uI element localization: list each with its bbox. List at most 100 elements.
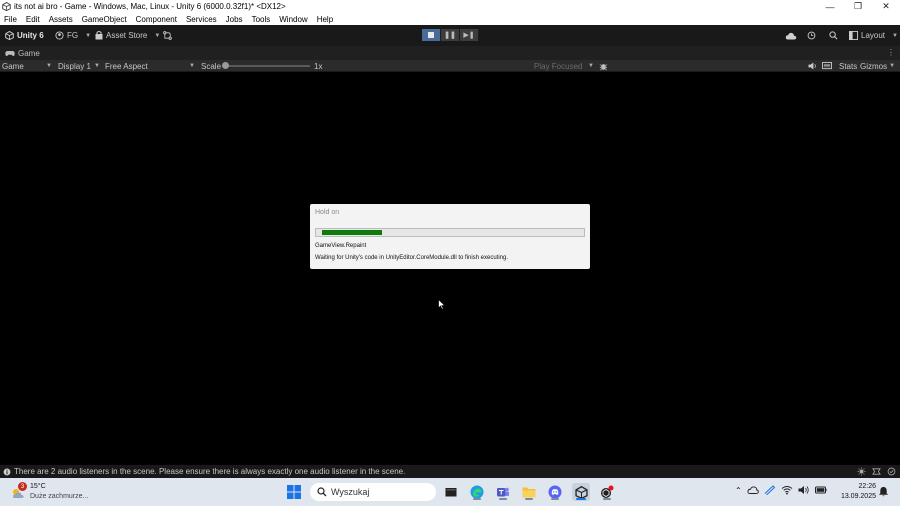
running-indicator: [603, 498, 611, 500]
menu-tools[interactable]: Tools: [248, 15, 276, 24]
mute-audio-button[interactable]: [808, 60, 817, 72]
running-indicator: [499, 498, 507, 500]
window-title: its not ai bro - Game - Windows, Mac, Li…: [14, 2, 286, 11]
version-control-button[interactable]: [163, 25, 172, 46]
shopping-bag-icon: [95, 31, 103, 40]
weather-widget[interactable]: 3 15°C Duże zachmurze...: [10, 482, 100, 502]
chevron-down-icon: ▼: [892, 32, 898, 39]
search-icon: [317, 487, 327, 497]
gizmos-label: Gizmos: [860, 61, 888, 71]
scale-slider-handle[interactable]: [222, 62, 229, 69]
frame-debugger-button[interactable]: [599, 60, 608, 72]
editor-tab-bar: Game ⋮: [0, 46, 900, 60]
gamepad-icon: [5, 50, 15, 56]
folder-icon: [522, 487, 536, 498]
menu-jobs[interactable]: Jobs: [222, 15, 248, 24]
chevron-down-icon: ▼: [889, 63, 896, 69]
edge-browser-icon: [470, 485, 484, 499]
history-button[interactable]: [807, 25, 816, 46]
bell-icon: [878, 486, 888, 496]
menu-window[interactable]: Window: [275, 15, 312, 24]
menu-services[interactable]: Services: [182, 15, 222, 24]
stats-button[interactable]: Stats: [839, 60, 857, 72]
battery-icon[interactable]: [814, 485, 827, 495]
auto-generate-lighting-icon[interactable]: [857, 467, 866, 476]
search-placeholder: Wyszukaj: [331, 487, 370, 497]
search-button[interactable]: [829, 25, 838, 46]
unity-version-button[interactable]: Unity 6: [5, 25, 44, 46]
menu-edit[interactable]: Edit: [22, 15, 45, 24]
cache-server-icon[interactable]: [872, 467, 881, 476]
progress-spinner-icon[interactable]: [887, 467, 896, 476]
minimize-button[interactable]: —: [816, 0, 844, 13]
wifi-icon[interactable]: [781, 485, 793, 495]
menu-assets[interactable]: Assets: [45, 15, 78, 24]
running-indicator: [525, 498, 533, 500]
chevron-up-icon[interactable]: ⌃: [735, 486, 742, 495]
account-dropdown[interactable]: FG ▼: [55, 25, 91, 46]
start-button[interactable]: [285, 483, 303, 501]
monitor-icon: [822, 62, 832, 70]
play-focused-dropdown[interactable]: Play Focused ▼: [534, 60, 594, 72]
unity-version-label: Unity 6: [17, 31, 44, 40]
network-pen-icon[interactable]: [764, 485, 776, 495]
taskbar-clock[interactable]: 22:26 13.09.2025: [841, 482, 876, 502]
gizmos-dropdown[interactable]: Gizmos ▼: [860, 60, 895, 72]
menu-bar: File Edit Assets GameObject Component Se…: [0, 13, 900, 25]
restore-icon: ❐: [853, 1, 863, 11]
unity-app-icon: [2, 2, 11, 11]
teams-icon: [497, 487, 509, 497]
taskbar-search-box[interactable]: Wyszukaj: [310, 483, 436, 501]
account-icon: [55, 31, 64, 40]
tab-game[interactable]: Game: [0, 46, 40, 60]
search-icon: [829, 31, 838, 40]
unity-editor-icon: [601, 485, 614, 498]
scale-slider-track[interactable]: [226, 65, 310, 67]
game-view[interactable]: [0, 73, 900, 465]
windows-taskbar: 3 15°C Duże zachmurze... Wyszukaj ⌃ 22:2…: [0, 478, 900, 506]
taskbar-app-discord[interactable]: [546, 483, 564, 501]
bug-icon: [599, 63, 608, 70]
notifications-button[interactable]: [876, 484, 890, 498]
display-label: Display 1: [58, 61, 91, 71]
taskbar-app-teams[interactable]: [494, 483, 512, 501]
cloud-button[interactable]: [785, 25, 797, 46]
pause-icon: ❚❚: [444, 32, 456, 39]
console-status-bar[interactable]: There are 2 audio listeners in the scene…: [0, 465, 900, 478]
taskbar-app-edge[interactable]: [468, 483, 486, 501]
menu-help[interactable]: Help: [313, 15, 338, 24]
more-options-icon[interactable]: ⋮: [887, 48, 895, 57]
menu-component[interactable]: Component: [132, 15, 182, 24]
chevron-down-icon: ▼: [85, 32, 92, 39]
vsync-button[interactable]: [822, 60, 832, 72]
close-button[interactable]: ✕: [872, 0, 900, 13]
account-label: FG: [67, 31, 79, 40]
game-view-dropdown[interactable]: Game ▼: [2, 60, 52, 72]
branch-icon: [163, 31, 172, 40]
info-icon: [3, 468, 11, 475]
menu-gameobject[interactable]: GameObject: [78, 15, 132, 24]
taskbar-app-task-view[interactable]: [442, 483, 460, 501]
clock-date: 13.09.2025: [840, 493, 876, 500]
stop-button[interactable]: [422, 29, 441, 41]
discord-icon: [548, 485, 562, 499]
asset-store-dropdown[interactable]: Asset Store ▼: [95, 25, 160, 46]
aspect-dropdown[interactable]: Free Aspect ▼: [105, 60, 195, 72]
volume-icon[interactable]: [798, 485, 810, 495]
pause-button[interactable]: ❚❚: [441, 29, 460, 41]
aspect-label: Free Aspect: [105, 61, 148, 71]
taskbar-app-unity-editor[interactable]: [598, 483, 616, 501]
active-indicator: [576, 498, 586, 500]
taskbar-app-unity[interactable]: [572, 483, 590, 501]
step-icon: ▶❚: [463, 32, 475, 39]
display-dropdown[interactable]: Display 1 ▼: [58, 60, 100, 72]
cloud-sync-icon[interactable]: [747, 485, 759, 495]
game-view-label: Game: [2, 61, 24, 71]
restore-button[interactable]: ❐: [844, 0, 872, 13]
step-button[interactable]: ▶❚: [460, 29, 479, 41]
menu-file[interactable]: File: [0, 15, 22, 24]
taskbar-app-file-explorer[interactable]: [520, 483, 538, 501]
layout-dropdown[interactable]: Layout ▼: [849, 25, 898, 46]
running-indicator: [551, 498, 559, 500]
mouse-pointer-icon: [438, 299, 446, 310]
